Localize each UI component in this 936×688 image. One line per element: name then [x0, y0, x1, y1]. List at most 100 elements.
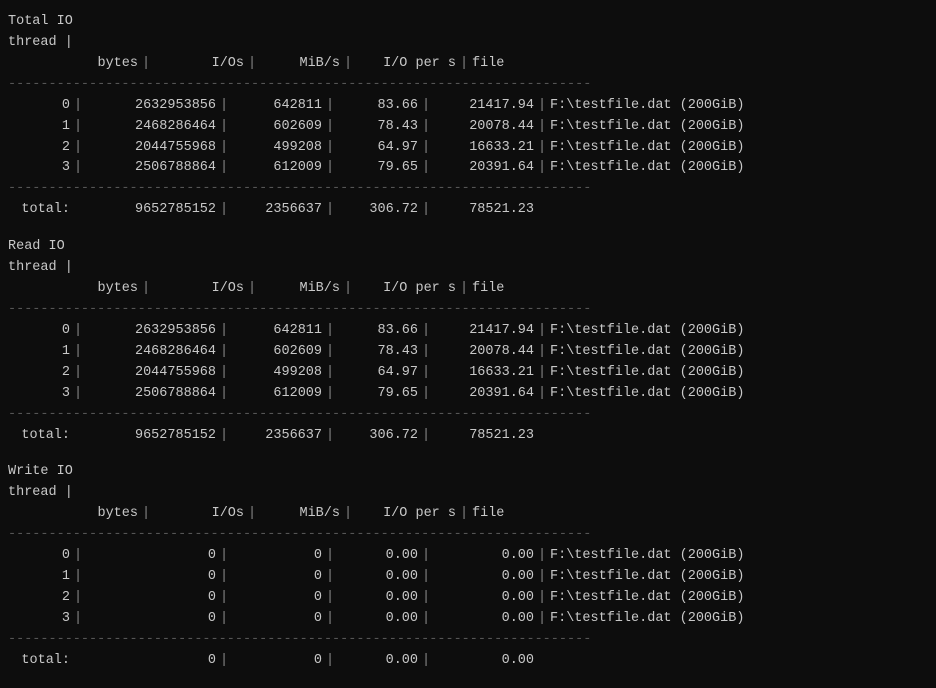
col-mibs: 79.65: [338, 158, 418, 179]
col-iops: 21417.94: [434, 321, 534, 342]
col-file: F:\testfile.dat (200GiB): [550, 609, 928, 630]
sep: |: [456, 504, 472, 525]
sep: |: [322, 200, 338, 221]
table-divider: ----------------------------------------…: [8, 405, 928, 426]
col-thread: 3: [8, 609, 70, 630]
total-ios: 2356637: [232, 200, 322, 221]
data-row-3: 3|2506788864|612009|79.65|20391.64|F:\te…: [8, 384, 928, 405]
total-iops: 0.00: [434, 651, 534, 672]
data-row-1: 1|2468286464|602609|78.43|20078.44|F:\te…: [8, 117, 928, 138]
col-thread: 0: [8, 321, 70, 342]
sep: |: [456, 279, 472, 300]
col-iops: 20391.64: [434, 158, 534, 179]
col-iops: 20078.44: [434, 117, 534, 138]
col-mibs: 0.00: [338, 567, 418, 588]
col-file: F:\testfile.dat (200GiB): [550, 588, 928, 609]
sep: |: [322, 321, 338, 342]
data-row-0: 0|0|0|0.00|0.00|F:\testfile.dat (200GiB): [8, 546, 928, 567]
sep: |: [216, 363, 232, 384]
sep: |: [418, 426, 434, 447]
total-bytes: 9652785152: [86, 200, 216, 221]
sep: |: [70, 342, 86, 363]
table-divider: ----------------------------------------…: [8, 179, 928, 200]
header-ios: I/Os: [154, 504, 244, 525]
sep: |: [418, 384, 434, 405]
section-title-0: Total IO thread |: [8, 12, 928, 54]
col-iops: 21417.94: [434, 96, 534, 117]
col-iops: 0.00: [434, 567, 534, 588]
table-divider: ----------------------------------------…: [8, 75, 928, 96]
sep: |: [216, 567, 232, 588]
col-iops: 16633.21: [434, 138, 534, 159]
data-row-2: 2|2044755968|499208|64.97|16633.21|F:\te…: [8, 363, 928, 384]
data-row-2: 2|2044755968|499208|64.97|16633.21|F:\te…: [8, 138, 928, 159]
header-mibs: MiB/s: [260, 504, 340, 525]
sep: |: [322, 342, 338, 363]
sep: |: [322, 138, 338, 159]
col-file: F:\testfile.dat (200GiB): [550, 342, 928, 363]
sep: |: [216, 588, 232, 609]
sep: |: [322, 363, 338, 384]
col-ios: 0: [232, 567, 322, 588]
sep: |: [138, 279, 154, 300]
sep: |: [418, 363, 434, 384]
data-row-0: 0|2632953856|642811|83.66|21417.94|F:\te…: [8, 321, 928, 342]
col-file: F:\testfile.dat (200GiB): [550, 567, 928, 588]
col-ios: 602609: [232, 117, 322, 138]
sep: |: [322, 609, 338, 630]
col-bytes: 2468286464: [86, 117, 216, 138]
sep-empty: [70, 200, 86, 221]
col-thread: 3: [8, 384, 70, 405]
sep: |: [418, 546, 434, 567]
col-mibs: 64.97: [338, 363, 418, 384]
sep: |: [70, 321, 86, 342]
col-mibs: 83.66: [338, 321, 418, 342]
header-ios: I/Os: [154, 279, 244, 300]
sep: |: [216, 546, 232, 567]
sep: |: [456, 54, 472, 75]
total-ios: 0: [232, 651, 322, 672]
table-header: bytes|I/Os|MiB/s|I/O per s|file: [8, 504, 928, 525]
total-ios: 2356637: [232, 426, 322, 447]
data-row-3: 3|0|0|0.00|0.00|F:\testfile.dat (200GiB): [8, 609, 928, 630]
col-bytes: 0: [86, 546, 216, 567]
col-ios: 499208: [232, 363, 322, 384]
col-thread: 2: [8, 588, 70, 609]
total-iops: 78521.23: [434, 200, 534, 221]
sep: |: [70, 588, 86, 609]
sep: |: [216, 321, 232, 342]
sep: |: [216, 384, 232, 405]
col-bytes: 2632953856: [86, 96, 216, 117]
sep: |: [418, 342, 434, 363]
sep: |: [216, 96, 232, 117]
col-ios: 0: [232, 546, 322, 567]
table-divider: ----------------------------------------…: [8, 525, 928, 546]
col-file: F:\testfile.dat (200GiB): [550, 363, 928, 384]
col-thread: 1: [8, 567, 70, 588]
col-mibs: 83.66: [338, 96, 418, 117]
col-file: F:\testfile.dat (200GiB): [550, 117, 928, 138]
section-gap: [8, 221, 928, 231]
header-bytes: bytes: [8, 279, 138, 300]
total-bytes: 9652785152: [86, 426, 216, 447]
sep: |: [244, 279, 260, 300]
sep: |: [418, 96, 434, 117]
col-file: F:\testfile.dat (200GiB): [550, 138, 928, 159]
section-title-2: Write IO thread |: [8, 462, 928, 504]
col-iops: 0.00: [434, 546, 534, 567]
sep: |: [322, 588, 338, 609]
sep: |: [534, 96, 550, 117]
sep: |: [534, 117, 550, 138]
header-iops: I/O per s: [356, 279, 456, 300]
col-mibs: 64.97: [338, 138, 418, 159]
table-divider: ----------------------------------------…: [8, 300, 928, 321]
sep: |: [418, 158, 434, 179]
header-bytes: bytes: [8, 504, 138, 525]
total-row: total:0|0|0.00|0.00: [8, 651, 928, 672]
col-file: F:\testfile.dat (200GiB): [550, 158, 928, 179]
sep: |: [70, 117, 86, 138]
sep: |: [216, 200, 232, 221]
section-gap: [8, 672, 928, 682]
col-iops: 16633.21: [434, 363, 534, 384]
col-thread: 1: [8, 117, 70, 138]
